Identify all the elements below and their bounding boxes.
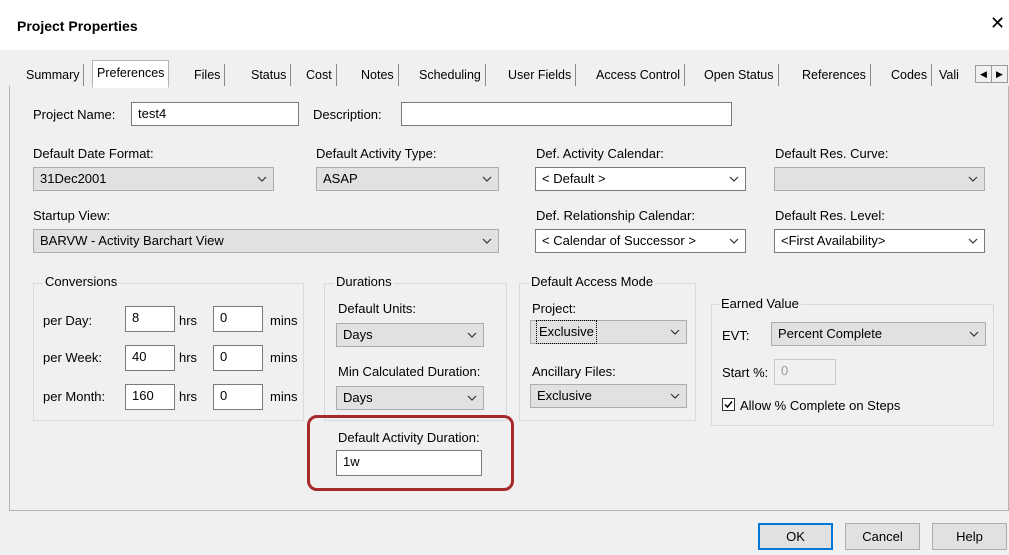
hrs-unit-label: hrs <box>179 350 198 365</box>
mins-unit-label: mins <box>270 350 298 365</box>
default-res-curve-select[interactable] <box>774 167 985 191</box>
start-percent-input[interactable]: 0 <box>774 359 836 385</box>
ok-button[interactable]: OK <box>758 523 833 550</box>
min-calculated-duration-select[interactable]: Days <box>336 386 484 410</box>
highlight-annotation <box>307 415 514 491</box>
per-week-hrs-input[interactable]: 40 <box>125 345 175 371</box>
mins-unit-label: mins <box>270 389 298 404</box>
project-name-input[interactable]: test4 <box>131 102 299 126</box>
tab-cost[interactable]: Cost <box>302 64 337 86</box>
help-button[interactable]: Help <box>932 523 1007 550</box>
tab-notes[interactable]: Notes <box>357 64 399 86</box>
chevron-down-icon <box>257 176 267 182</box>
tab-access-control[interactable]: Access Control <box>592 64 686 86</box>
def-relationship-calendar-select[interactable]: < Calendar of Successor > <box>535 229 746 253</box>
cancel-button[interactable]: Cancel <box>845 523 920 550</box>
per-month-label: per Month: <box>43 389 106 404</box>
project-access-label: Project: <box>532 301 577 316</box>
chevron-down-icon <box>729 176 739 182</box>
chevron-down-icon <box>467 395 477 401</box>
durations-title: Durations <box>334 274 394 289</box>
chevron-down-icon <box>482 238 492 244</box>
chevron-down-icon <box>969 331 979 337</box>
per-week-label: per Week: <box>43 350 103 365</box>
default-units-value: Days <box>343 327 373 342</box>
default-activity-type-label: Default Activity Type: <box>316 146 437 161</box>
def-activity-calendar-value: < Default > <box>542 171 606 186</box>
default-date-format-value: 31Dec2001 <box>40 171 107 186</box>
project-name-label: Project Name: <box>33 107 116 122</box>
default-units-label: Default Units: <box>338 301 417 316</box>
evt-label: EVT: <box>722 328 750 343</box>
chevron-down-icon <box>968 238 978 244</box>
checkmark-icon <box>724 401 733 409</box>
tab-validation[interactable]: Vali <box>935 64 963 86</box>
default-res-level-value: <First Availability> <box>781 233 886 248</box>
per-day-label: per Day: <box>43 313 93 328</box>
default-activity-type-select[interactable]: ASAP <box>316 167 499 191</box>
tab-scroll-left-icon[interactable]: ◀ <box>975 65 992 83</box>
default-date-format-label: Default Date Format: <box>33 146 154 161</box>
def-relationship-calendar-label: Def. Relationship Calendar: <box>536 208 695 223</box>
hrs-unit-label: hrs <box>179 389 198 404</box>
close-icon[interactable]: ✕ <box>990 14 1005 32</box>
allow-steps-label: Allow % Complete on Steps <box>740 398 901 413</box>
evt-value: Percent Complete <box>778 326 883 341</box>
conversions-title: Conversions <box>43 274 120 289</box>
default-units-select[interactable]: Days <box>336 323 484 347</box>
startup-view-value: BARVW - Activity Barchart View <box>40 233 224 248</box>
def-activity-calendar-select[interactable]: < Default > <box>535 167 746 191</box>
earned-value-title: Earned Value <box>719 296 801 311</box>
ancillary-files-label: Ancillary Files: <box>532 364 616 379</box>
startup-view-label: Startup View: <box>33 208 111 223</box>
start-percent-label: Start %: <box>722 365 769 380</box>
tab-summary[interactable]: Summary <box>22 64 85 86</box>
evt-select[interactable]: Percent Complete <box>771 322 986 346</box>
window-title: Project Properties <box>17 18 138 34</box>
min-calculated-duration-label: Min Calculated Duration: <box>338 364 481 379</box>
per-week-mins-input[interactable]: 0 <box>213 345 263 371</box>
tab-files[interactable]: Files <box>190 64 226 86</box>
tab-status[interactable]: Status <box>247 64 292 86</box>
tab-scheduling[interactable]: Scheduling <box>415 64 486 86</box>
tab-open-status[interactable]: Open Status <box>700 64 779 86</box>
def-relationship-calendar-value: < Calendar of Successor > <box>542 233 696 248</box>
tab-user-fields[interactable]: User Fields <box>504 64 577 86</box>
per-day-mins-input[interactable]: 0 <box>213 306 263 332</box>
default-res-level-select[interactable]: <First Availability> <box>774 229 985 253</box>
default-res-level-label: Default Res. Level: <box>775 208 885 223</box>
default-res-curve-label: Default Res. Curve: <box>775 146 889 161</box>
chevron-down-icon <box>968 176 978 182</box>
startup-view-select[interactable]: BARVW - Activity Barchart View <box>33 229 499 253</box>
ancillary-files-select[interactable]: Exclusive <box>530 384 687 408</box>
per-day-hrs-input[interactable]: 8 <box>125 306 175 332</box>
tab-codes[interactable]: Codes <box>887 64 933 86</box>
hrs-unit-label: hrs <box>179 313 198 328</box>
chevron-down-icon <box>467 332 477 338</box>
tab-preferences[interactable]: Preferences <box>92 60 170 88</box>
ancillary-files-value: Exclusive <box>537 388 592 403</box>
default-activity-type-value: ASAP <box>323 171 358 186</box>
mins-unit-label: mins <box>270 313 298 328</box>
def-activity-calendar-label: Def. Activity Calendar: <box>536 146 664 161</box>
description-input[interactable] <box>401 102 732 126</box>
per-month-hrs-input[interactable]: 160 <box>125 384 175 410</box>
default-date-format-select[interactable]: 31Dec2001 <box>33 167 274 191</box>
project-access-select[interactable]: Exclusive <box>530 320 687 344</box>
project-access-value: Exclusive <box>536 320 597 344</box>
allow-steps-checkbox[interactable] <box>722 398 735 411</box>
description-label: Description: <box>313 107 382 122</box>
chevron-down-icon <box>482 176 492 182</box>
title-bar <box>0 0 1009 50</box>
default-access-mode-title: Default Access Mode <box>529 274 656 289</box>
min-calculated-duration-value: Days <box>343 390 373 405</box>
chevron-down-icon <box>670 329 680 335</box>
chevron-down-icon <box>670 393 680 399</box>
tab-scroll-right-icon[interactable]: ▶ <box>991 65 1008 83</box>
chevron-down-icon <box>729 238 739 244</box>
per-month-mins-input[interactable]: 0 <box>213 384 263 410</box>
tab-references[interactable]: References <box>798 64 871 86</box>
